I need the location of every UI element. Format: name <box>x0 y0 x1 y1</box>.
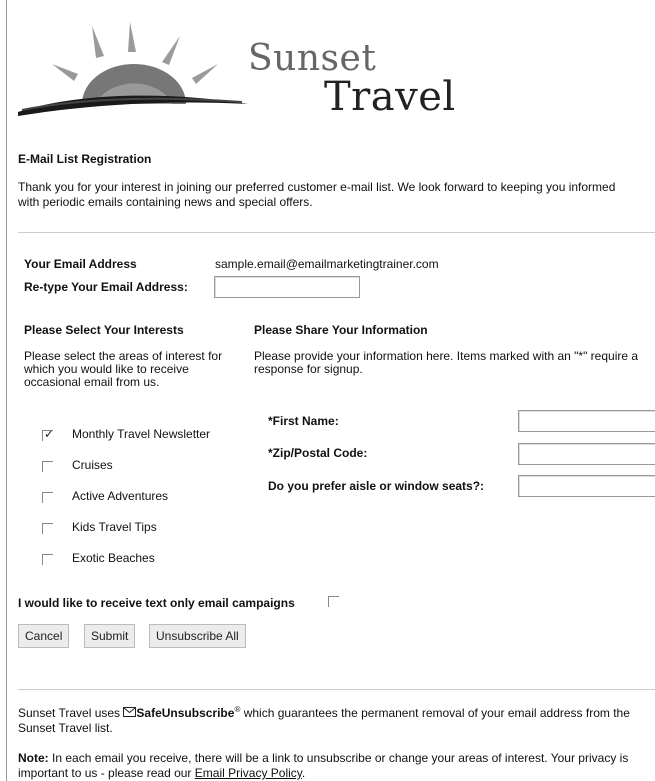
intro-text: Thank you for your interest in joining o… <box>18 180 616 209</box>
unsubscribe-all-button[interactable]: Unsubscribe All <box>149 624 246 648</box>
zip-code-input[interactable] <box>518 443 655 465</box>
zip-code-label: *Zip/Postal Code: <box>268 446 368 460</box>
interest-label: Cruises <box>72 458 113 472</box>
newsletter-checkbox[interactable]: ✓ <box>42 427 55 441</box>
text-only-label: I would like to receive text only email … <box>18 596 295 610</box>
logo-text-travel: Travel <box>324 74 456 120</box>
privacy-note: Note: In each email you receive, there w… <box>18 751 648 781</box>
interest-label: Monthly Travel Newsletter <box>72 427 211 441</box>
active-adventures-checkbox[interactable] <box>42 492 53 503</box>
seat-preference-input[interactable] <box>518 475 655 497</box>
retype-email-label: Re-type Your Email Address: <box>24 280 188 294</box>
interests-description: Please select the areas of interest for … <box>24 349 223 389</box>
retype-email-input[interactable] <box>214 276 360 298</box>
seat-preference-label: Do you prefer aisle or window seats?: <box>268 479 485 493</box>
cancel-button[interactable]: Cancel <box>18 624 70 648</box>
kids-travel-tips-checkbox[interactable] <box>42 523 53 534</box>
interest-label: Exotic Beaches <box>72 551 155 565</box>
page-title: E-Mail List Registration <box>18 152 152 166</box>
email-privacy-policy-link[interactable]: Email Privacy Policy <box>195 766 302 780</box>
email-label: Your Email Address <box>24 257 137 271</box>
note-end: . <box>301 766 306 780</box>
note-text: In each email you receive, there will be… <box>18 751 629 780</box>
note-label: Note: <box>18 751 49 765</box>
interest-label: Active Adventures <box>72 489 169 503</box>
checkmark-icon: ✓ <box>44 427 55 441</box>
info-heading: Please Share Your Information <box>254 323 428 337</box>
interests-heading: Please Select Your Interests <box>24 323 184 337</box>
page-border <box>6 0 7 781</box>
logo-text-sunset: Sunset <box>248 38 377 79</box>
safe-prefix: Sunset Travel uses <box>18 706 121 720</box>
text-only-checkbox[interactable] <box>328 596 339 607</box>
divider <box>18 689 655 690</box>
info-description: Please provide your information here. It… <box>254 349 639 376</box>
sunset-travel-logo: Sunset Travel <box>12 8 472 128</box>
registered-mark: ® <box>234 705 241 714</box>
safeunsubscribe-brand: SafeUnsubscribe <box>136 706 235 720</box>
sun-logo-graphic <box>18 22 248 116</box>
first-name-input[interactable] <box>518 410 655 432</box>
cruises-checkbox[interactable] <box>42 461 53 472</box>
envelope-icon <box>123 707 137 717</box>
email-value: sample.email@emailmarketingtrainer.com <box>215 257 439 271</box>
exotic-beaches-checkbox[interactable] <box>42 554 53 565</box>
interest-label: Kids Travel Tips <box>72 520 157 534</box>
divider <box>18 232 655 233</box>
first-name-label: *First Name: <box>268 414 339 428</box>
safeunsubscribe-notice: Sunset Travel uses SafeUnsubscribe® whic… <box>18 702 648 736</box>
submit-button[interactable]: Submit <box>84 624 136 648</box>
